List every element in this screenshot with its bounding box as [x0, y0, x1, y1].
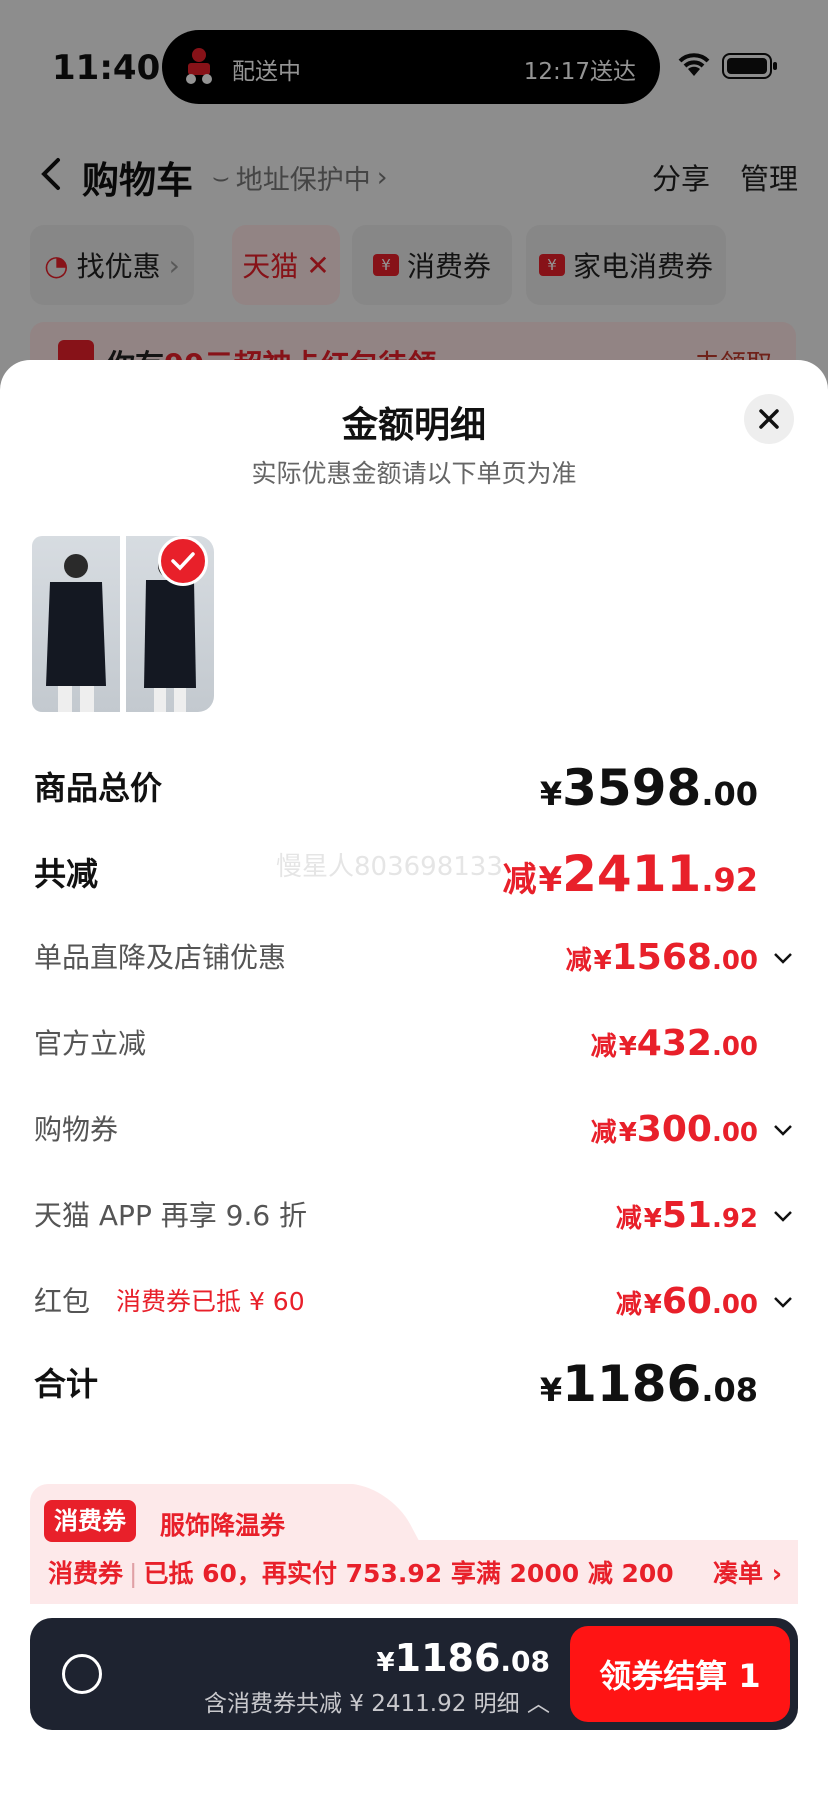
- row-amount: 减 ¥ 51 .92: [616, 1186, 758, 1246]
- row-label: 购物券: [34, 1113, 119, 1146]
- voucher-promo-strip[interactable]: 消费券 服饰降温券 消费券 | 已抵 60，再实付 753.92 享满 2000 减…: [30, 1484, 798, 1604]
- currency-symbol: ¥: [538, 860, 563, 900]
- checkout-button[interactable]: 领券结算 1: [570, 1626, 790, 1722]
- shopping-voucher-row[interactable]: 购物券 减 ¥ 300 .00: [34, 1100, 794, 1160]
- row-label: 红包: [34, 1285, 91, 1318]
- watermark: 慢星人803698133: [276, 852, 503, 882]
- row-label: 共减: [34, 855, 99, 893]
- row-label: 单品直降及店铺优惠: [34, 941, 287, 974]
- row-label: 天猫 APP 再享 9.6 折: [34, 1199, 308, 1232]
- selected-check-icon[interactable]: [158, 536, 208, 586]
- amount-decimal: .92: [701, 861, 758, 899]
- chevron-down-icon[interactable]: [772, 1119, 794, 1141]
- close-icon: [759, 409, 779, 429]
- red-packet-row[interactable]: 红包 消费券已抵 ¥ 60 减 ¥ 60 .00: [34, 1272, 794, 1332]
- reduce-prefix: 减: [590, 1032, 617, 1062]
- row-amount: 减 ¥ 1568 .00: [566, 928, 758, 988]
- checkout-total: ¥ 1186 .08: [377, 1636, 550, 1680]
- sheet-title: 金额明细: [341, 405, 486, 446]
- coat-front-figure: [46, 554, 106, 712]
- reduce-prefix: 减: [565, 946, 592, 976]
- row-amount: ¥ 1186 .08: [540, 1354, 758, 1414]
- amount-detail-sheet: 金额明细 实际优惠金额请以下单页为准 商品总价 ¥ 3598 .00 共减 减 …: [0, 360, 828, 1801]
- row-label: 合计: [34, 1365, 99, 1403]
- amount-decimal: .92: [711, 1204, 758, 1234]
- currency-symbol: ¥: [618, 1032, 637, 1062]
- amount-integer: 300: [636, 1109, 712, 1150]
- amount-decimal: .08: [500, 1645, 550, 1678]
- row-amount: 减 ¥ 300 .00: [591, 1100, 758, 1160]
- currency-symbol: ¥: [643, 1290, 662, 1320]
- voucher-description: 消费券 | 已抵 60，再实付 753.92 享满 2000 减 200: [48, 1554, 674, 1590]
- amount-decimal: .00: [711, 1032, 758, 1062]
- chevron-down-icon[interactable]: [772, 1205, 794, 1227]
- reduce-prefix: 减: [615, 1290, 642, 1320]
- chevron-down-icon[interactable]: [772, 1291, 794, 1313]
- product-image-front[interactable]: [32, 536, 120, 712]
- amount-integer: 60: [661, 1281, 712, 1322]
- voucher-applied-tag: 消费券已抵 ¥ 60: [116, 1287, 305, 1316]
- amount-integer: 1186: [562, 1355, 702, 1413]
- amount-decimal: .00: [711, 1118, 758, 1148]
- reduce-prefix: 减: [615, 1204, 642, 1234]
- grand-total-row: 合计 ¥ 1186 .08: [34, 1354, 794, 1414]
- amount-decimal: .00: [711, 1290, 758, 1320]
- add-items-link[interactable]: 凑单 ›: [713, 1554, 782, 1590]
- amount-integer: 1568: [611, 937, 712, 978]
- row-amount: 减 ¥ 2411 .92: [502, 844, 758, 904]
- amount-integer: 3598: [562, 759, 702, 817]
- row-amount: ¥ 3598 .00: [540, 758, 758, 818]
- goods-total-row: 商品总价 ¥ 3598 .00: [34, 758, 794, 818]
- close-button[interactable]: [744, 394, 794, 444]
- detail-toggle[interactable]: 含消费券共减 ¥ 2411.92 明细 ︿: [204, 1684, 550, 1718]
- currency-symbol: ¥: [643, 1204, 662, 1234]
- app-discount-row[interactable]: 天猫 APP 再享 9.6 折 减 ¥ 51 .92: [34, 1186, 794, 1246]
- currency-symbol: ¥: [376, 1648, 395, 1678]
- store-discount-row[interactable]: 单品直降及店铺优惠 减 ¥ 1568 .00: [34, 928, 794, 988]
- amount-integer: 2411: [562, 845, 702, 903]
- official-discount-row: 官方立减 减 ¥ 432 .00: [34, 1014, 794, 1074]
- voucher-title: 服饰降温券: [160, 1511, 286, 1540]
- amount-decimal: .08: [701, 1371, 758, 1409]
- divider: |: [129, 1559, 138, 1588]
- row-amount: 减 ¥ 60 .00: [616, 1272, 758, 1332]
- currency-symbol: ¥: [593, 946, 612, 976]
- row-label: 商品总价: [34, 769, 163, 807]
- voucher-tag: 消费券: [44, 1500, 136, 1542]
- currency-symbol: ¥: [539, 775, 563, 813]
- amount-integer: 432: [636, 1023, 712, 1064]
- row-label: 官方立减: [34, 1027, 147, 1060]
- checkout-bar: ¥ 1186 .08 含消费券共减 ¥ 2411.92 明细 ︿ 领券结算 1: [30, 1618, 798, 1730]
- chevron-down-icon[interactable]: [772, 947, 794, 969]
- reduce-prefix: 减: [590, 1118, 617, 1148]
- amount-integer: 1186: [394, 1636, 501, 1680]
- checkmark-icon: [171, 552, 195, 571]
- currency-symbol: ¥: [618, 1118, 637, 1148]
- currency-symbol: ¥: [539, 1371, 563, 1409]
- row-amount: 减 ¥ 432 .00: [591, 1014, 758, 1074]
- amount-decimal: .00: [701, 775, 758, 813]
- amount-decimal: .00: [711, 946, 758, 976]
- voucher-desc-text: 已抵 60，再实付 753.92 享满 2000 减 200: [143, 1559, 674, 1588]
- amount-integer: 51: [661, 1195, 712, 1236]
- select-all-radio[interactable]: [62, 1654, 102, 1694]
- sheet-subtitle: 实际优惠金额请以下单页为准: [251, 459, 577, 488]
- voucher-label: 消费券: [48, 1559, 124, 1588]
- reduce-prefix: 减: [502, 860, 537, 900]
